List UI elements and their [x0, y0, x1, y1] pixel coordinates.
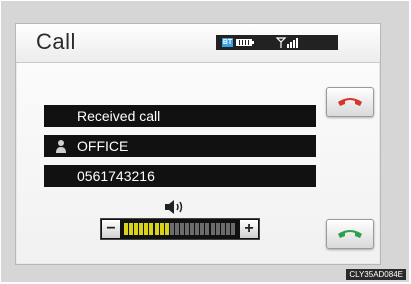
signal-strength-icon — [276, 37, 298, 48]
phone-answer-icon — [338, 230, 362, 238]
image-code-caption: CLY35AD084E — [346, 269, 406, 280]
call-status-row: Received call — [44, 105, 316, 127]
volume-level-bar[interactable] — [124, 223, 236, 235]
display-frame: Call BT Received call OFFICE 0561743216 … — [1, 1, 409, 282]
volume-segment — [220, 223, 225, 235]
volume-segment — [159, 223, 164, 235]
end-call-button[interactable] — [326, 87, 374, 117]
status-bar: BT — [216, 35, 338, 50]
call-status-text: Received call — [77, 108, 161, 124]
speaker-icon — [165, 200, 183, 214]
volume-segment — [215, 223, 220, 235]
header-bar: Call BT — [16, 24, 380, 63]
volume-segment — [154, 223, 159, 235]
volume-segment — [180, 223, 184, 235]
volume-segment — [134, 223, 139, 235]
phone-call-screen: Call BT Received call OFFICE 0561743216 … — [15, 23, 381, 265]
phone-hangup-icon — [338, 98, 362, 106]
volume-segment — [185, 223, 190, 235]
contact-name-row: OFFICE — [44, 135, 316, 157]
page-title: Call — [36, 29, 76, 54]
contact-name-text: OFFICE — [77, 138, 129, 154]
phone-number-text: 0561743216 — [77, 168, 155, 184]
volume-segment — [210, 223, 215, 235]
volume-down-button[interactable]: − — [102, 220, 120, 238]
battery-icon — [236, 39, 254, 46]
volume-segment — [149, 223, 154, 235]
volume-segment — [225, 223, 230, 235]
volume-segment — [205, 223, 210, 235]
volume-segment — [144, 223, 149, 235]
volume-segment — [124, 223, 128, 235]
volume-segment — [169, 223, 174, 235]
volume-up-button[interactable]: + — [240, 220, 258, 238]
volume-segment — [190, 223, 195, 235]
volume-segment — [139, 223, 144, 235]
volume-segment — [200, 223, 205, 235]
phone-number-row: 0561743216 — [44, 165, 316, 187]
volume-segment — [164, 223, 169, 235]
volume-segment — [129, 223, 134, 235]
contact-person-icon — [56, 140, 66, 153]
volume-segment — [230, 223, 235, 235]
volume-segment — [174, 223, 179, 235]
volume-control: − + — [100, 218, 260, 240]
bluetooth-icon: BT — [222, 38, 233, 47]
answer-call-button[interactable] — [326, 219, 374, 249]
volume-segment — [195, 223, 200, 235]
